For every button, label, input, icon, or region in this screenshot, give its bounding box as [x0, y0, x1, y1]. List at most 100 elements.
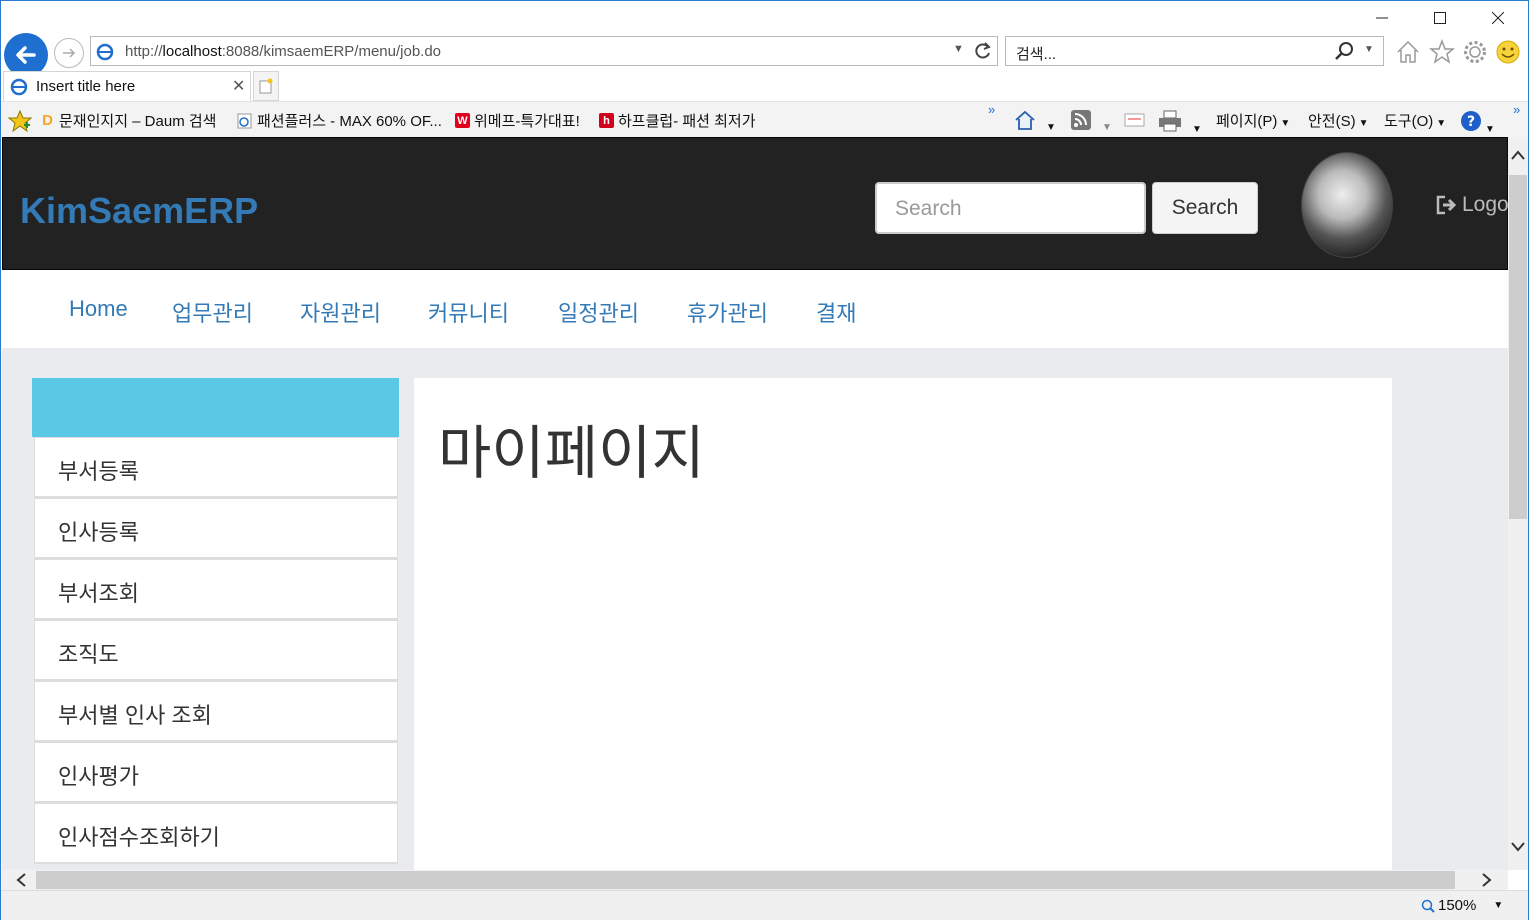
sidebar-header — [32, 378, 399, 437]
printer-icon — [1159, 110, 1181, 132]
browser-search-placeholder: 검색... — [1016, 46, 1057, 63]
status-bar: 150% ▼ — [1, 890, 1528, 920]
favorites-overflow-chevron-icon[interactable]: » — [988, 102, 995, 117]
menu-resource-management[interactable]: 자원관리 — [300, 296, 381, 328]
svg-text:?: ? — [1467, 114, 1475, 130]
menu-community[interactable]: 커뮤니티 — [428, 296, 509, 328]
scroll-right-icon[interactable] — [1482, 873, 1492, 890]
help-menu[interactable]: ? ▼ — [1460, 110, 1495, 136]
rss-feed-icon — [1071, 110, 1091, 130]
menu-work-management[interactable]: 업무관리 — [172, 296, 253, 328]
menu-vacation-management[interactable]: 휴가관리 — [687, 296, 768, 328]
page-menu[interactable]: 페이지(P) ▼ — [1216, 110, 1290, 131]
profile-avatar[interactable] — [1301, 152, 1393, 258]
sidebar-item-department-register[interactable]: 부서등록 — [34, 437, 398, 498]
favorite-daum[interactable]: D 문재인지지 – Daum 검색 — [40, 110, 216, 131]
refresh-icon[interactable] — [973, 41, 993, 61]
favorite-label: 문재인지지 – Daum 검색 — [59, 113, 217, 130]
scroll-left-icon[interactable] — [16, 873, 26, 890]
address-prefix: http:// — [125, 43, 163, 60]
forward-button[interactable] — [54, 38, 84, 68]
zoom-control[interactable]: 150% ▼ — [1421, 897, 1503, 914]
vertical-scroll-thumb[interactable] — [1509, 175, 1527, 519]
tools-menu[interactable]: 도구(O) ▼ — [1384, 110, 1446, 131]
zoom-dropdown-icon[interactable]: ▼ — [1493, 900, 1503, 911]
search-icon[interactable] — [1334, 41, 1354, 61]
horizontal-scroll-thumb[interactable] — [36, 871, 1455, 889]
daum-icon: D — [42, 112, 53, 129]
horizontal-scrollbar[interactable] — [2, 870, 1508, 890]
read-mail-command[interactable] — [1124, 110, 1146, 134]
address-dropdown-icon[interactable]: ▼ — [953, 43, 964, 55]
ie-page-icon — [237, 113, 252, 128]
page-menu-label: 페이지(P) — [1216, 113, 1278, 130]
tab-close-icon[interactable]: ✕ — [232, 76, 245, 96]
add-favorite-star-icon[interactable] — [8, 110, 32, 132]
home-icon[interactable] — [1395, 39, 1421, 65]
print-command[interactable]: ▼ — [1158, 110, 1202, 136]
sidebar: 부서등록 인사등록 부서조회 조직도 부서별 인사 조회 인사평가 인사점수조회… — [32, 378, 399, 864]
sidebar-item-personnel-score-search[interactable]: 인사점수조회하기 — [34, 803, 398, 864]
address-text: http://localhost:8088/kimsaemERP/menu/jo… — [125, 43, 441, 60]
maximize-icon — [1434, 12, 1446, 24]
sidebar-item-org-chart[interactable]: 조직도 — [34, 620, 398, 681]
zoom-magnifier-icon — [1421, 899, 1435, 913]
page-viewport: KimSaemERP Search Search Logo Home 업무관리 … — [2, 137, 1508, 870]
minimize-button[interactable] — [1359, 5, 1405, 31]
home-command[interactable]: ▼ — [1014, 110, 1056, 134]
logout-link[interactable]: Logo — [1436, 193, 1508, 217]
zoom-level: 150% — [1438, 897, 1477, 914]
vertical-scrollbar[interactable] — [1508, 137, 1528, 870]
browser-search-box[interactable]: 검색... ▼ — [1005, 36, 1384, 66]
site-brand[interactable]: KimSaemERP — [20, 190, 258, 232]
close-window-button[interactable] — [1475, 5, 1521, 31]
scroll-up-icon[interactable] — [1511, 147, 1525, 163]
safety-menu[interactable]: 안전(S) ▼ — [1308, 110, 1369, 131]
maximize-button[interactable] — [1417, 5, 1463, 31]
menu-schedule-management[interactable]: 일정관리 — [558, 296, 639, 328]
search-dropdown-icon[interactable]: ▼ — [1364, 44, 1374, 55]
favorite-wemakeprice[interactable]: W 위메프-특가대표! — [455, 110, 580, 131]
browser-window: http://localhost:8088/kimsaemERP/menu/jo… — [0, 0, 1529, 920]
new-tab-button[interactable] — [253, 71, 279, 101]
menu-home[interactable]: Home — [69, 296, 128, 322]
logout-label: Logo — [1462, 193, 1508, 216]
close-icon — [1492, 12, 1504, 24]
sidebar-item-department-search[interactable]: 부서조회 — [34, 559, 398, 620]
safety-menu-label: 안전(S) — [1308, 113, 1356, 130]
tab-row: Insert title here ✕ — [1, 71, 1528, 103]
wemakeprice-icon: W — [455, 113, 470, 128]
ie-page-icon — [96, 43, 114, 61]
favorite-halfclub[interactable]: h 하프클럽- 패션 최저가 — [599, 110, 756, 131]
scroll-down-icon[interactable] — [1511, 839, 1525, 855]
mail-icon — [1124, 113, 1145, 127]
favorites-star-icon[interactable] — [1429, 39, 1455, 65]
site-search-placeholder: Search — [895, 197, 962, 220]
gear-icon[interactable] — [1462, 39, 1488, 65]
arrow-right-icon — [63, 48, 76, 58]
sidebar-item-personnel-evaluation[interactable]: 인사평가 — [34, 742, 398, 803]
smiley-feedback-icon[interactable] — [1495, 39, 1521, 65]
feeds-command[interactable]: ▼ — [1070, 110, 1112, 134]
new-tab-icon — [259, 78, 273, 94]
ie-tab-icon — [10, 78, 28, 96]
sidebar-item-personnel-by-department[interactable]: 부서별 인사 조회 — [34, 681, 398, 742]
favorites-bar: D 문재인지지 – Daum 검색 패션플러스 - MAX 60% OF... … — [1, 101, 1528, 137]
site-search-input[interactable]: Search — [875, 182, 1146, 234]
site-search-button[interactable]: Search — [1152, 182, 1258, 234]
address-bar[interactable]: http://localhost:8088/kimsaemERP/menu/jo… — [90, 36, 998, 66]
halfclub-icon: h — [599, 113, 614, 128]
favorite-fashionplus[interactable]: 패션플러스 - MAX 60% OF... — [237, 110, 442, 131]
logout-icon — [1436, 195, 1457, 215]
home-icon — [1015, 110, 1035, 130]
favorite-label: 위메프-특가대표! — [474, 113, 580, 130]
page-title: 마이페이지 — [438, 421, 705, 486]
help-icon: ? — [1461, 111, 1481, 131]
browser-tab[interactable]: Insert title here ✕ — [3, 71, 251, 101]
sidebar-item-personnel-register[interactable]: 인사등록 — [34, 498, 398, 559]
command-overflow-chevron-icon[interactable]: » — [1513, 102, 1520, 117]
address-path: :8088/kimsaemERP/menu/job.do — [221, 43, 442, 60]
favorite-label: 하프클럽- 패션 최저가 — [618, 113, 756, 130]
menu-approval[interactable]: 결재 — [816, 296, 856, 328]
arrow-left-icon — [16, 46, 36, 64]
